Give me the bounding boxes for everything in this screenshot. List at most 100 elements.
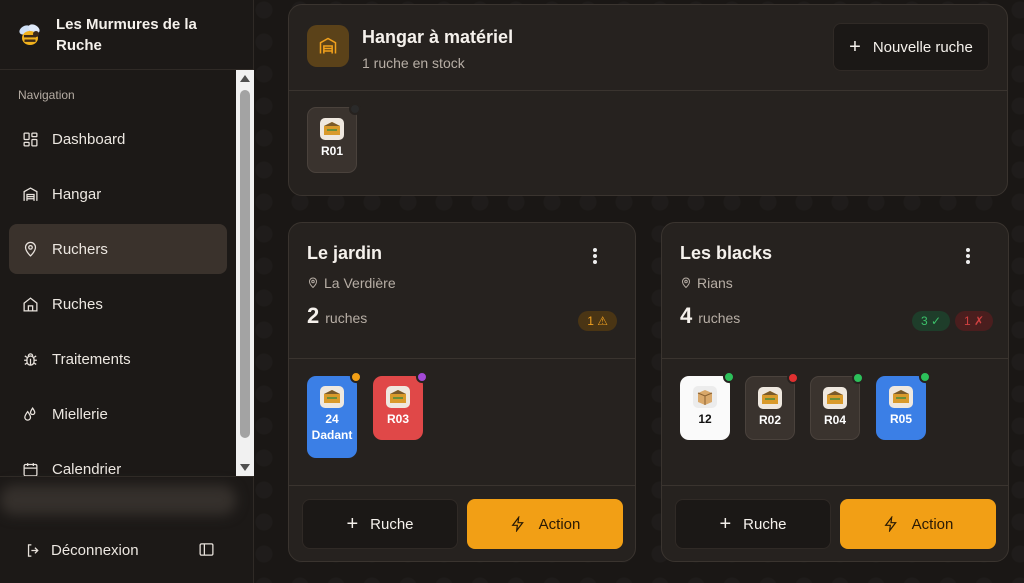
more-options-icon[interactable] bbox=[966, 248, 970, 266]
hangar-header: Hangar à matériel 1 ruche en stock + Nou… bbox=[289, 5, 1007, 91]
beehive-icon bbox=[386, 386, 410, 408]
hangar-subtitle: 1 ruche en stock bbox=[362, 55, 465, 71]
beehive-icon bbox=[889, 386, 913, 408]
add-hive-button[interactable]: + Ruche bbox=[302, 499, 458, 549]
sidebar-item-dashboard[interactable]: Dashboard bbox=[9, 114, 227, 164]
brand-header[interactable]: Les Murmures de la Ruche bbox=[0, 0, 253, 70]
apiary-location-text: Rians bbox=[697, 275, 733, 291]
hangar-title: Hangar à matériel bbox=[362, 27, 514, 47]
map-pin-icon bbox=[24, 241, 37, 257]
divider bbox=[662, 358, 1008, 359]
hangar-card: Hangar à matériel 1 ruche en stock + Nou… bbox=[288, 4, 1008, 196]
sidebar-item-label: Calendrier bbox=[52, 460, 122, 477]
plus-icon: + bbox=[346, 513, 359, 535]
hive-count-number: 2 bbox=[307, 303, 320, 328]
hive-tile-r05[interactable]: R05 bbox=[876, 371, 931, 440]
sidebar-item-label: Traitements bbox=[52, 350, 131, 368]
beehive-icon bbox=[320, 118, 344, 140]
logout-button[interactable]: Déconnexion bbox=[0, 526, 254, 574]
add-hive-label: Ruche bbox=[743, 515, 787, 533]
warehouse-icon bbox=[23, 186, 38, 201]
action-label: Action bbox=[911, 515, 954, 533]
plus-icon: + bbox=[719, 513, 732, 535]
scrollbar-thumb[interactable] bbox=[240, 90, 250, 438]
hive-count-label: ruches bbox=[698, 310, 741, 326]
action-button[interactable]: Action bbox=[840, 499, 996, 549]
hive-tile-r01[interactable]: R01 bbox=[307, 103, 361, 173]
lightning-icon bbox=[511, 516, 524, 532]
redacted-user-info bbox=[0, 485, 236, 515]
hive-label: R04 bbox=[823, 413, 846, 427]
sidebar-item-ruchers[interactable]: Ruchers bbox=[9, 224, 227, 274]
divider bbox=[289, 485, 635, 486]
action-label: Action bbox=[538, 515, 581, 533]
sidebar-item-ruches[interactable]: Ruches bbox=[9, 279, 227, 329]
scroll-down-arrow-icon[interactable] bbox=[240, 464, 250, 471]
hive-count-number: 4 bbox=[680, 303, 693, 328]
sidebar-item-label: Ruches bbox=[52, 295, 103, 313]
new-hive-label: Nouvelle ruche bbox=[872, 38, 973, 56]
divider bbox=[289, 358, 635, 359]
bug-icon bbox=[24, 352, 37, 366]
new-hive-button[interactable]: + Nouvelle ruche bbox=[833, 23, 989, 71]
calendar-icon bbox=[23, 462, 38, 476]
apiary-name: Le jardin bbox=[307, 243, 383, 263]
apiary-location-text: La Verdière bbox=[324, 275, 396, 291]
box-icon bbox=[693, 386, 717, 408]
lightning-icon bbox=[884, 516, 897, 532]
nav-heading: Navigation bbox=[18, 88, 75, 102]
sidebar-item-hangar[interactable]: Hangar bbox=[9, 169, 227, 219]
plus-icon: + bbox=[849, 36, 861, 58]
sidebar: Les Murmures de la Ruche Navigation Dash… bbox=[0, 0, 254, 583]
hive-label: 12 bbox=[698, 412, 712, 426]
home-icon bbox=[23, 296, 38, 312]
status-dot bbox=[349, 103, 361, 115]
more-options-icon[interactable] bbox=[593, 248, 597, 266]
droplets-icon bbox=[24, 406, 36, 421]
apiary-card-les-blacks: Les blacks Rians 4 ruches 3 ✓ 1 ✗ 12 R02 bbox=[661, 222, 1009, 562]
action-button[interactable]: Action bbox=[467, 499, 623, 549]
sidebar-item-label: Ruchers bbox=[52, 240, 108, 258]
sidebar-item-label: Dashboard bbox=[52, 130, 126, 148]
user-profile-blurred bbox=[0, 476, 254, 526]
apiary-location: La Verdière bbox=[307, 275, 396, 291]
hive-label: R03 bbox=[386, 412, 409, 426]
sidebar-toggle-icon[interactable] bbox=[198, 541, 215, 558]
warehouse-icon bbox=[319, 37, 337, 54]
nav-menu: Navigation Dashboard Hangar Ruchers Ruch… bbox=[0, 70, 236, 476]
apiary-name: Les blacks bbox=[680, 243, 773, 263]
error-badge: 1 ✗ bbox=[954, 311, 993, 331]
hangar-icon-badge bbox=[307, 25, 349, 67]
add-hive-button[interactable]: + Ruche bbox=[675, 499, 831, 549]
status-dot bbox=[416, 371, 428, 383]
hive-label-line2: Dadant bbox=[311, 428, 353, 442]
hive-count: 4 ruches bbox=[680, 303, 740, 329]
map-pin-icon bbox=[308, 277, 318, 289]
status-dot bbox=[852, 372, 864, 384]
sidebar-scrollbar[interactable] bbox=[236, 70, 254, 476]
main-content: Hangar à matériel 1 ruche en stock + Nou… bbox=[254, 0, 1024, 583]
logout-icon bbox=[27, 543, 39, 557]
hive-tile-12[interactable]: 12 bbox=[680, 371, 735, 440]
ok-badge: 3 ✓ bbox=[911, 311, 950, 331]
scroll-up-arrow-icon[interactable] bbox=[240, 75, 250, 82]
hive-tile-r03[interactable]: R03 bbox=[373, 371, 428, 440]
beehive-icon bbox=[758, 387, 782, 409]
bee-logo-icon bbox=[19, 23, 40, 45]
sidebar-item-miellerie[interactable]: Miellerie bbox=[9, 389, 227, 439]
map-pin-icon bbox=[681, 277, 691, 289]
sidebar-item-traitements[interactable]: Traitements bbox=[9, 334, 227, 384]
sidebar-item-label: Hangar bbox=[52, 185, 102, 203]
add-hive-label: Ruche bbox=[370, 515, 414, 533]
hive-tile-r04[interactable]: R04 bbox=[810, 372, 864, 440]
sidebar-item-label: Miellerie bbox=[52, 405, 108, 423]
beehive-icon bbox=[320, 386, 344, 408]
sidebar-item-calendrier[interactable]: Calendrier bbox=[9, 444, 227, 476]
status-dot bbox=[723, 371, 735, 383]
status-dot bbox=[919, 371, 931, 383]
hive-tile-24-dadant[interactable]: 24 Dadant bbox=[307, 371, 362, 458]
hive-count: 2 ruches bbox=[307, 303, 367, 329]
warning-badge: 1 ⚠ bbox=[578, 311, 617, 331]
app-title: Les Murmures de la Ruche bbox=[56, 15, 197, 54]
hive-tile-r02[interactable]: R02 bbox=[745, 372, 799, 440]
